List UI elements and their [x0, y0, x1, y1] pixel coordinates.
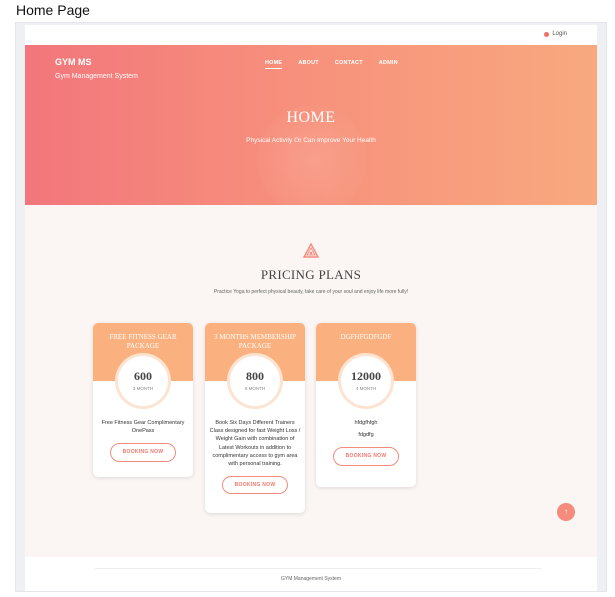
footer: GYM Management System — [25, 557, 597, 591]
pricing-card: DGFHFGDFGDF 12000 4 MONTH hfdgfhfgh fdgd… — [316, 323, 416, 487]
price-badge: 12000 4 MONTH — [341, 356, 391, 406]
booking-now-button[interactable]: BOOKING NOW — [332, 447, 400, 466]
brand-logo[interactable]: GYM MS — [55, 57, 92, 67]
plan-name: FREE FITNESS GEAR PACKAGE — [109, 333, 177, 350]
pricing-card: 3 MONTHS MEMBERSHIP PACKAGE 800 6 MONTH … — [205, 323, 305, 513]
plan-description: Book Six Days Different Trainers Class d… — [209, 420, 301, 468]
screenshot-frame: Login GYM MS Gym Management System HOME … — [15, 22, 607, 592]
hero-banner: GYM MS Gym Management System HOME ABOUT … — [25, 45, 597, 205]
nav-admin[interactable]: ADMIN — [379, 60, 398, 69]
scroll-to-top-button[interactable]: ↑ — [557, 503, 575, 521]
footer-divider — [95, 568, 542, 569]
booking-now-button[interactable]: BOOKING NOW — [221, 476, 289, 495]
plan-price: 800 — [246, 369, 264, 383]
price-badge: 600 3 MONTH — [118, 356, 168, 406]
document-title: Home Page — [16, 2, 90, 18]
plan-description-line: hfdgfhfgh — [354, 420, 378, 426]
pricing-card: FREE FITNESS GEAR PACKAGE 600 3 MONTH Fr… — [93, 323, 193, 477]
triangle-logo-icon — [303, 243, 319, 258]
hero-subtitle: Physical Activity Or Can Improve Your He… — [246, 137, 376, 144]
plan-description-line: fdgdfg — [358, 432, 374, 439]
nav-contact[interactable]: CONTACT — [335, 60, 363, 69]
plan-period: 6 MONTH — [244, 386, 266, 391]
footer-text: GYM Management System — [280, 576, 342, 582]
login-link[interactable]: Login — [544, 31, 567, 37]
pricing-title: PRICING PLANS — [260, 267, 362, 282]
user-icon — [544, 31, 550, 37]
nav-home[interactable]: HOME — [265, 60, 283, 69]
plan-price: 12000 — [351, 369, 381, 383]
plan-name: 3 MONTHS MEMBERSHIP PACKAGE — [213, 333, 297, 350]
hero-title: HOME — [286, 109, 336, 126]
nav-about[interactable]: ABOUT — [298, 60, 319, 69]
pricing-subtitle: Practice Yoga to perfect physical beauty… — [213, 289, 409, 295]
booking-now-button[interactable]: BOOKING NOW — [109, 443, 177, 462]
plan-price: 600 — [134, 369, 152, 383]
plan-description: Free Fitness Gear Complimentary OnePass — [101, 420, 185, 435]
login-label: Login — [552, 31, 567, 37]
plan-period: 3 MONTH — [132, 386, 154, 391]
main-nav: HOME ABOUT CONTACT ADMIN — [265, 60, 398, 69]
card-header: FREE FITNESS GEAR PACKAGE 600 3 MONTH — [93, 323, 193, 406]
price-badge: 800 6 MONTH — [230, 356, 280, 406]
plan-name: DGFHFGDFGDF — [340, 333, 392, 341]
plan-period: 4 MONTH — [355, 386, 377, 391]
top-bar: Login — [25, 25, 597, 45]
card-header: DGFHFGDFGDF 12000 4 MONTH — [316, 323, 416, 406]
card-header: 3 MONTHS MEMBERSHIP PACKAGE 800 6 MONTH — [205, 323, 305, 406]
arrow-up-icon: ↑ — [564, 507, 568, 516]
web-page: Login GYM MS Gym Management System HOME … — [25, 25, 597, 591]
brand-tagline: Gym Management System — [55, 73, 138, 80]
